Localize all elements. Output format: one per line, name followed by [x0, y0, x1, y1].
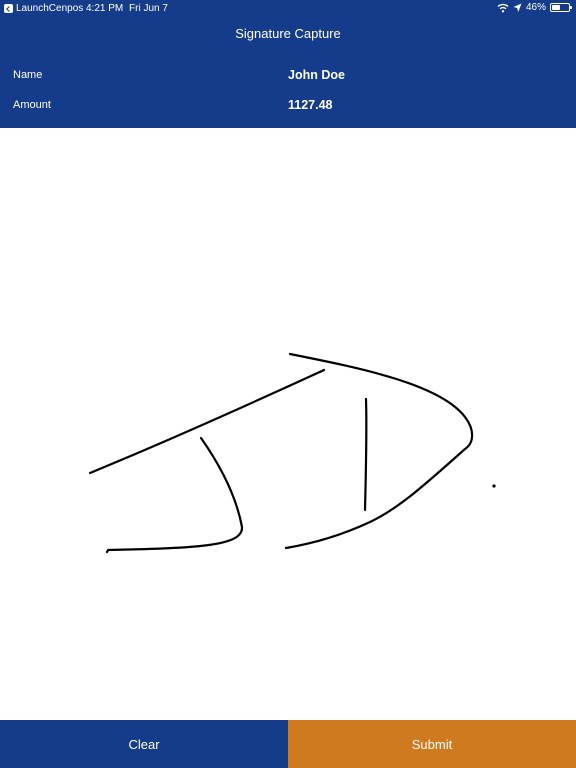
page-title: Signature Capture: [235, 26, 341, 41]
signature-stroke: [105, 436, 244, 554]
amount-value: 1127.48: [288, 98, 333, 112]
submit-button[interactable]: Submit: [288, 720, 576, 768]
status-date: Fri Jun 7: [129, 3, 168, 14]
wifi-icon: [497, 3, 509, 12]
status-indicators: 46%: [497, 2, 572, 13]
footer: Clear Submit: [0, 720, 576, 768]
name-value: John Doe: [288, 68, 345, 82]
status-bar: LaunchCenpos 4:21 PM Fri Jun 7 46%: [0, 0, 576, 18]
signature-dot: [492, 484, 496, 488]
clear-button[interactable]: Clear: [0, 720, 288, 768]
battery-percent: 46%: [525, 2, 546, 13]
signature-stroke: [284, 352, 474, 550]
back-icon: [4, 4, 13, 13]
signature-strokes: [88, 352, 496, 554]
amount-label: Amount: [13, 99, 51, 111]
signature-stroke: [88, 368, 326, 475]
back-app-label: LaunchCenpos: [16, 3, 84, 14]
back-to-app[interactable]: LaunchCenpos: [4, 3, 83, 14]
status-time: 4:21 PM: [86, 3, 124, 14]
battery-icon: [550, 3, 572, 12]
location-icon: [513, 3, 522, 12]
header: LaunchCenpos 4:21 PM Fri Jun 7 46% Signa…: [0, 0, 576, 128]
signature-pad[interactable]: [0, 128, 576, 720]
name-label: Name: [13, 69, 43, 81]
signature-stroke: [363, 397, 368, 512]
